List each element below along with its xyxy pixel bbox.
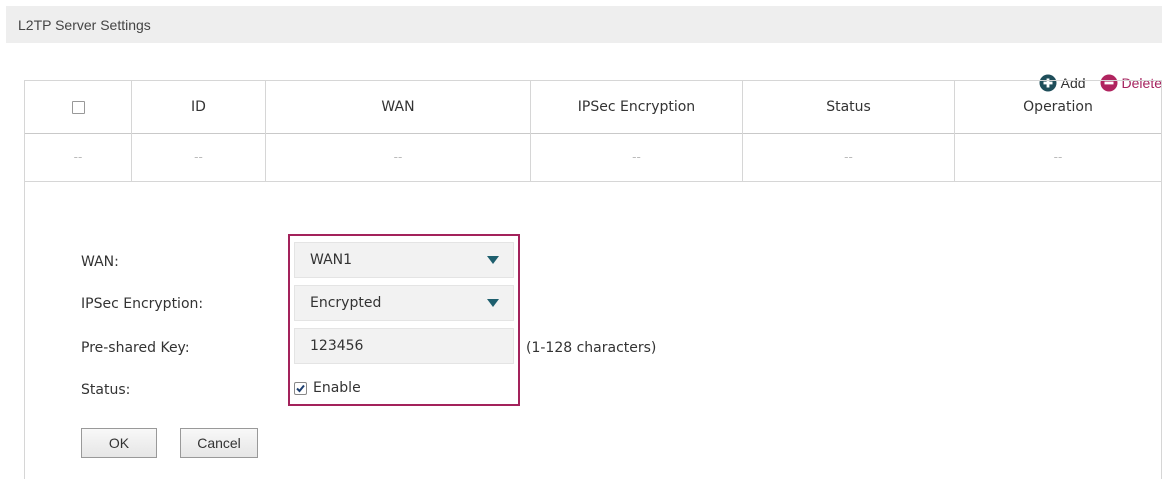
table-cell: -- [25,133,132,181]
ipsec-label: IPSec Encryption: [81,296,204,312]
psk-input-value: 123456 [310,338,364,354]
wan-select-value: WAN1 [310,252,353,268]
ok-button[interactable]: OK [81,428,157,458]
table-cell: -- [266,133,531,181]
caret-down-icon [487,256,499,264]
table-cell: -- [1053,150,1063,164]
ipsec-select-value: Encrypted [310,295,382,311]
status-enable-label: Enable [313,380,361,396]
column-header-wan: WAN [266,81,531,133]
column-header-operation: Operation [1023,99,1093,115]
table-cell: -- [531,133,743,181]
column-header-id: ID [132,81,266,133]
psk-label: Pre-shared Key: [81,340,190,356]
status-label: Status: [81,382,131,398]
select-all-checkbox[interactable] [71,100,85,114]
section-title: L2TP Server Settings [6,6,1162,43]
table-cell: -- [132,133,266,181]
caret-down-icon [487,299,499,307]
wan-label: WAN: [81,254,119,270]
table-row: -- -- -- -- -- -- [24,133,1162,182]
psk-hint: (1-128 characters) [526,340,657,356]
ipsec-select[interactable]: Encrypted [294,285,514,321]
column-header-status: Status [743,81,955,133]
status-enable-checkbox[interactable]: Enable [294,380,361,396]
column-header-ipsec: IPSec Encryption [531,81,743,133]
cancel-button[interactable]: Cancel [180,428,258,458]
select-all-cell[interactable] [25,81,132,133]
wan-select[interactable]: WAN1 [294,242,514,278]
table-header-row: ID WAN IPSec Encryption Status Operation [24,80,1162,134]
psk-input[interactable]: 123456 [294,328,514,364]
table-cell: -- [743,133,955,181]
checkbox-icon[interactable] [294,381,307,395]
